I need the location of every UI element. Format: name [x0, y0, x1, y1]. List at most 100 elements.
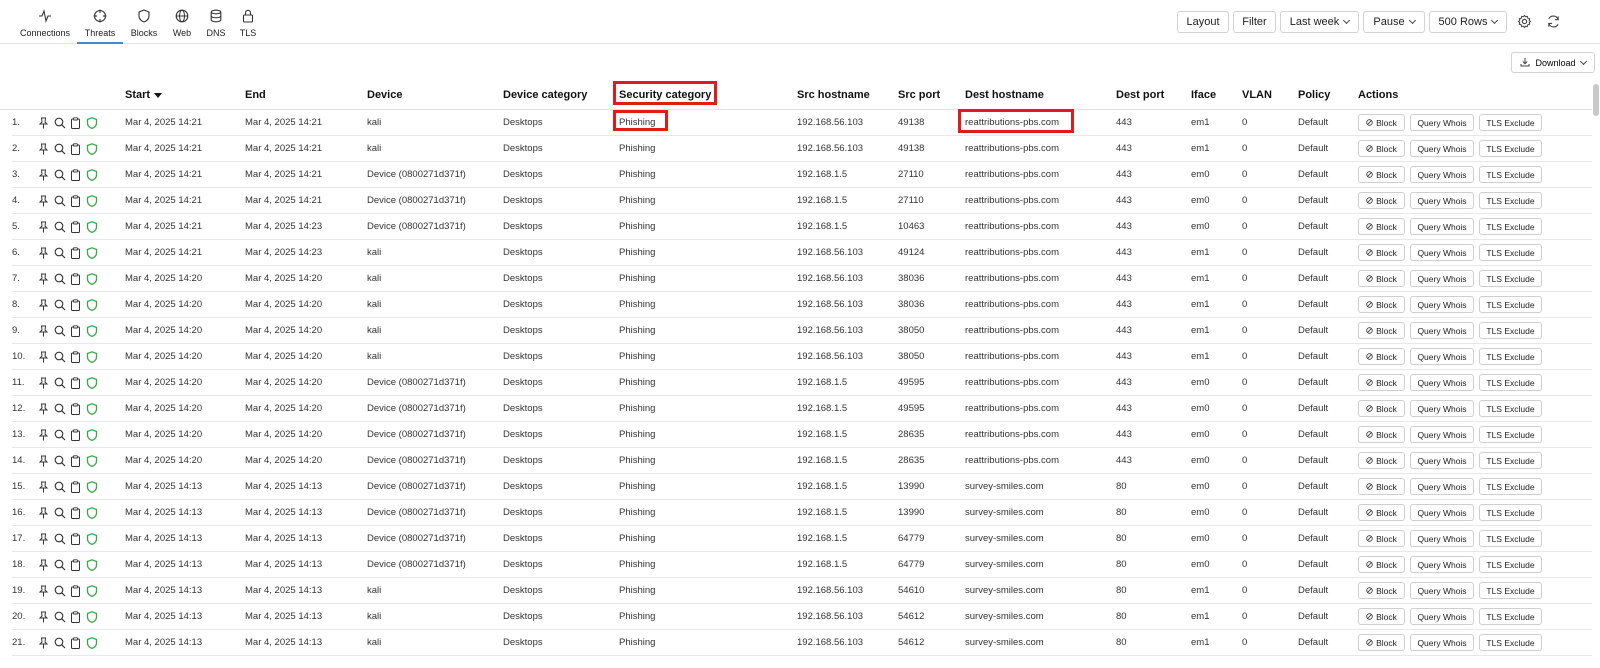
clipboard-icon[interactable]: [69, 506, 82, 519]
pin-icon[interactable]: [37, 506, 50, 519]
column-policy[interactable]: Policy: [1298, 89, 1330, 101]
column-vlan[interactable]: VLAN: [1242, 89, 1272, 101]
block-button[interactable]: Block: [1358, 192, 1405, 209]
shield-icon[interactable]: [85, 324, 98, 337]
table-row[interactable]: 5. Mar 4, 2025 14:21 Mar 4, 2025 14:23 Devi…: [12, 214, 1592, 240]
rows-dropdown[interactable]: 500 Rows: [1429, 11, 1507, 33]
tab-blocks[interactable]: Blocks: [129, 6, 159, 44]
table-row[interactable]: 14. Mar 4, 2025 14:20 Mar 4, 2025 14:20 Dev…: [12, 448, 1592, 474]
clipboard-icon[interactable]: [69, 220, 82, 233]
tls-exclude-button[interactable]: TLS Exclude: [1479, 218, 1542, 235]
query-whois-button[interactable]: Query Whois: [1410, 322, 1474, 339]
clipboard-icon[interactable]: [69, 584, 82, 597]
table-row[interactable]: 17. Mar 4, 2025 14:13 Mar 4, 2025 14:13 Dev…: [12, 526, 1592, 552]
search-icon[interactable]: [53, 532, 66, 545]
shield-icon[interactable]: [85, 402, 98, 415]
layout-button[interactable]: Layout: [1177, 11, 1229, 33]
clipboard-icon[interactable]: [69, 636, 82, 649]
query-whois-button[interactable]: Query Whois: [1410, 504, 1474, 521]
clipboard-icon[interactable]: [69, 376, 82, 389]
scrollbar-thumb[interactable]: [1593, 84, 1599, 116]
shield-icon[interactable]: [85, 532, 98, 545]
block-button[interactable]: Block: [1358, 244, 1405, 261]
clipboard-icon[interactable]: [69, 454, 82, 467]
query-whois-button[interactable]: Query Whois: [1410, 556, 1474, 573]
query-whois-button[interactable]: Query Whois: [1410, 114, 1474, 131]
shield-icon[interactable]: [85, 584, 98, 597]
column-dest-hostname[interactable]: Dest hostname: [965, 89, 1044, 101]
query-whois-button[interactable]: Query Whois: [1410, 374, 1474, 391]
tls-exclude-button[interactable]: TLS Exclude: [1479, 608, 1542, 625]
clipboard-icon[interactable]: [69, 402, 82, 415]
shield-icon[interactable]: [85, 116, 98, 129]
query-whois-button[interactable]: Query Whois: [1410, 426, 1474, 443]
search-icon[interactable]: [53, 506, 66, 519]
clipboard-icon[interactable]: [69, 428, 82, 441]
tls-exclude-button[interactable]: TLS Exclude: [1479, 634, 1542, 651]
table-row[interactable]: 13. Mar 4, 2025 14:20 Mar 4, 2025 14:20 Dev…: [12, 422, 1592, 448]
gear-icon[interactable]: [1515, 12, 1533, 30]
search-icon[interactable]: [53, 350, 66, 363]
block-button[interactable]: Block: [1358, 634, 1405, 651]
pin-icon[interactable]: [37, 454, 50, 467]
refresh-icon[interactable]: [1544, 12, 1562, 30]
table-row[interactable]: 7. Mar 4, 2025 14:20 Mar 4, 2025 14:20 kali…: [12, 266, 1592, 292]
pin-icon[interactable]: [37, 428, 50, 441]
search-icon[interactable]: [53, 272, 66, 285]
shield-icon[interactable]: [85, 428, 98, 441]
block-button[interactable]: Block: [1358, 530, 1405, 547]
column-end[interactable]: End: [245, 89, 266, 101]
pin-icon[interactable]: [37, 142, 50, 155]
pin-icon[interactable]: [37, 298, 50, 311]
search-icon[interactable]: [53, 246, 66, 259]
vertical-scrollbar[interactable]: [1592, 82, 1600, 668]
block-button[interactable]: Block: [1358, 322, 1405, 339]
shield-icon[interactable]: [85, 376, 98, 389]
table-row[interactable]: 1. Mar 4, 2025 14:21 Mar 4, 2025 14:21 kali…: [12, 110, 1592, 136]
table-row[interactable]: 8. Mar 4, 2025 14:20 Mar 4, 2025 14:20 kali…: [12, 292, 1592, 318]
tls-exclude-button[interactable]: TLS Exclude: [1479, 426, 1542, 443]
column-device-category[interactable]: Device category: [503, 89, 587, 101]
search-icon[interactable]: [53, 194, 66, 207]
block-button[interactable]: Block: [1358, 296, 1405, 313]
block-button[interactable]: Block: [1358, 270, 1405, 287]
shield-icon[interactable]: [85, 142, 98, 155]
clipboard-icon[interactable]: [69, 142, 82, 155]
pin-icon[interactable]: [37, 376, 50, 389]
table-row[interactable]: 21. Mar 4, 2025 14:13 Mar 4, 2025 14:13 kal…: [12, 630, 1592, 656]
table-row[interactable]: 11. Mar 4, 2025 14:20 Mar 4, 2025 14:20 Dev…: [12, 370, 1592, 396]
column-iface[interactable]: Iface: [1191, 89, 1216, 101]
clipboard-icon[interactable]: [69, 116, 82, 129]
tls-exclude-button[interactable]: TLS Exclude: [1479, 374, 1542, 391]
pin-icon[interactable]: [37, 168, 50, 181]
clipboard-icon[interactable]: [69, 532, 82, 545]
search-icon[interactable]: [53, 636, 66, 649]
pin-icon[interactable]: [37, 324, 50, 337]
shield-icon[interactable]: [85, 610, 98, 623]
table-row[interactable]: 12. Mar 4, 2025 14:20 Mar 4, 2025 14:20 Dev…: [12, 396, 1592, 422]
search-icon[interactable]: [53, 428, 66, 441]
search-icon[interactable]: [53, 584, 66, 597]
block-button[interactable]: Block: [1358, 582, 1405, 599]
tls-exclude-button[interactable]: TLS Exclude: [1479, 582, 1542, 599]
query-whois-button[interactable]: Query Whois: [1410, 582, 1474, 599]
pin-icon[interactable]: [37, 584, 50, 597]
block-button[interactable]: Block: [1358, 504, 1405, 521]
shield-icon[interactable]: [85, 168, 98, 181]
tls-exclude-button[interactable]: TLS Exclude: [1479, 140, 1542, 157]
clipboard-icon[interactable]: [69, 168, 82, 181]
tls-exclude-button[interactable]: TLS Exclude: [1479, 452, 1542, 469]
shield-icon[interactable]: [85, 272, 98, 285]
table-row[interactable]: 4. Mar 4, 2025 14:21 Mar 4, 2025 14:21 Devi…: [12, 188, 1592, 214]
column-start[interactable]: Start: [125, 89, 163, 101]
table-row[interactable]: 9. Mar 4, 2025 14:20 Mar 4, 2025 14:20 kali…: [12, 318, 1592, 344]
block-button[interactable]: Block: [1358, 218, 1405, 235]
tls-exclude-button[interactable]: TLS Exclude: [1479, 166, 1542, 183]
shield-icon[interactable]: [85, 246, 98, 259]
column-dest-port[interactable]: Dest port: [1116, 89, 1164, 101]
shield-icon[interactable]: [85, 558, 98, 571]
shield-icon[interactable]: [85, 194, 98, 207]
tab-tls[interactable]: TLS: [237, 6, 259, 44]
pin-icon[interactable]: [37, 636, 50, 649]
search-icon[interactable]: [53, 298, 66, 311]
